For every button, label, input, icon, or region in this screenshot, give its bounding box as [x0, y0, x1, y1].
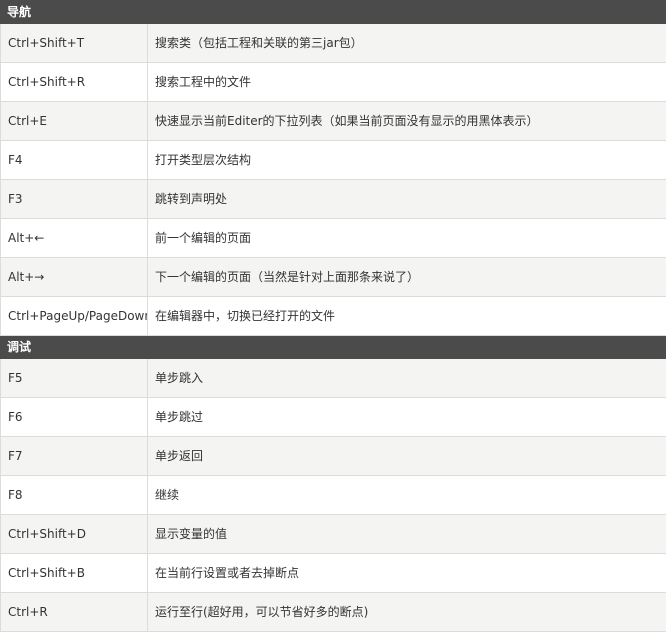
shortcut-key: Alt+← [1, 219, 148, 258]
shortcut-key: Ctrl+PageUp/PageDown [1, 297, 148, 336]
shortcut-description: 单步跳入 [148, 359, 666, 398]
shortcut-description: 在当前行设置或者去掉断点 [148, 554, 666, 593]
shortcut-key: F8 [1, 476, 148, 515]
table-row: Ctrl+R运行至行(超好用，可以节省好多的断点) [1, 593, 666, 632]
section-title: 导航 [1, 1, 666, 24]
shortcut-description: 快速显示当前Editer的下拉列表（如果当前页面没有显示的用黑体表示） [148, 102, 666, 141]
shortcut-key: F3 [1, 180, 148, 219]
shortcut-key: Ctrl+R [1, 593, 148, 632]
shortcut-description: 在编辑器中，切换已经打开的文件 [148, 297, 666, 336]
table-row: Ctrl+E快速显示当前Editer的下拉列表（如果当前页面没有显示的用黑体表示… [1, 102, 666, 141]
table-row: F5单步跳入 [1, 359, 666, 398]
shortcut-description: 前一个编辑的页面 [148, 219, 666, 258]
shortcut-description: 下一个编辑的页面（当然是针对上面那条来说了） [148, 258, 666, 297]
shortcut-table: 导航Ctrl+Shift+T搜索类（包括工程和关联的第三jar包）Ctrl+Sh… [0, 0, 666, 632]
shortcut-description: 搜索工程中的文件 [148, 63, 666, 102]
shortcut-description: 单步返回 [148, 437, 666, 476]
table-row: F3跳转到声明处 [1, 180, 666, 219]
shortcut-description: 跳转到声明处 [148, 180, 666, 219]
shortcut-key: F6 [1, 398, 148, 437]
shortcut-key: Alt+→ [1, 258, 148, 297]
shortcut-key: F7 [1, 437, 148, 476]
table-row: F7单步返回 [1, 437, 666, 476]
table-row: Ctrl+Shift+D显示变量的值 [1, 515, 666, 554]
shortcut-description: 运行至行(超好用，可以节省好多的断点) [148, 593, 666, 632]
shortcut-description: 显示变量的值 [148, 515, 666, 554]
table-row: Alt+←前一个编辑的页面 [1, 219, 666, 258]
shortcut-description: 搜索类（包括工程和关联的第三jar包） [148, 24, 666, 63]
shortcut-description: 打开类型层次结构 [148, 141, 666, 180]
shortcut-key: Ctrl+Shift+B [1, 554, 148, 593]
shortcut-description: 继续 [148, 476, 666, 515]
shortcut-key: F5 [1, 359, 148, 398]
table-row: Alt+→下一个编辑的页面（当然是针对上面那条来说了） [1, 258, 666, 297]
shortcut-description: 单步跳过 [148, 398, 666, 437]
shortcut-key: Ctrl+Shift+T [1, 24, 148, 63]
table-row: Ctrl+Shift+T搜索类（包括工程和关联的第三jar包） [1, 24, 666, 63]
section-header: 导航 [1, 1, 666, 24]
table-row: F8继续 [1, 476, 666, 515]
shortcut-key: Ctrl+E [1, 102, 148, 141]
section-header: 调试 [1, 336, 666, 359]
table-row: Ctrl+Shift+R搜索工程中的文件 [1, 63, 666, 102]
table-row: Ctrl+PageUp/PageDown在编辑器中，切换已经打开的文件 [1, 297, 666, 336]
table-row: F4打开类型层次结构 [1, 141, 666, 180]
section-title: 调试 [1, 336, 666, 359]
shortcut-key: Ctrl+Shift+R [1, 63, 148, 102]
shortcut-key: Ctrl+Shift+D [1, 515, 148, 554]
table-row: F6单步跳过 [1, 398, 666, 437]
shortcut-key: F4 [1, 141, 148, 180]
table-row: Ctrl+Shift+B在当前行设置或者去掉断点 [1, 554, 666, 593]
